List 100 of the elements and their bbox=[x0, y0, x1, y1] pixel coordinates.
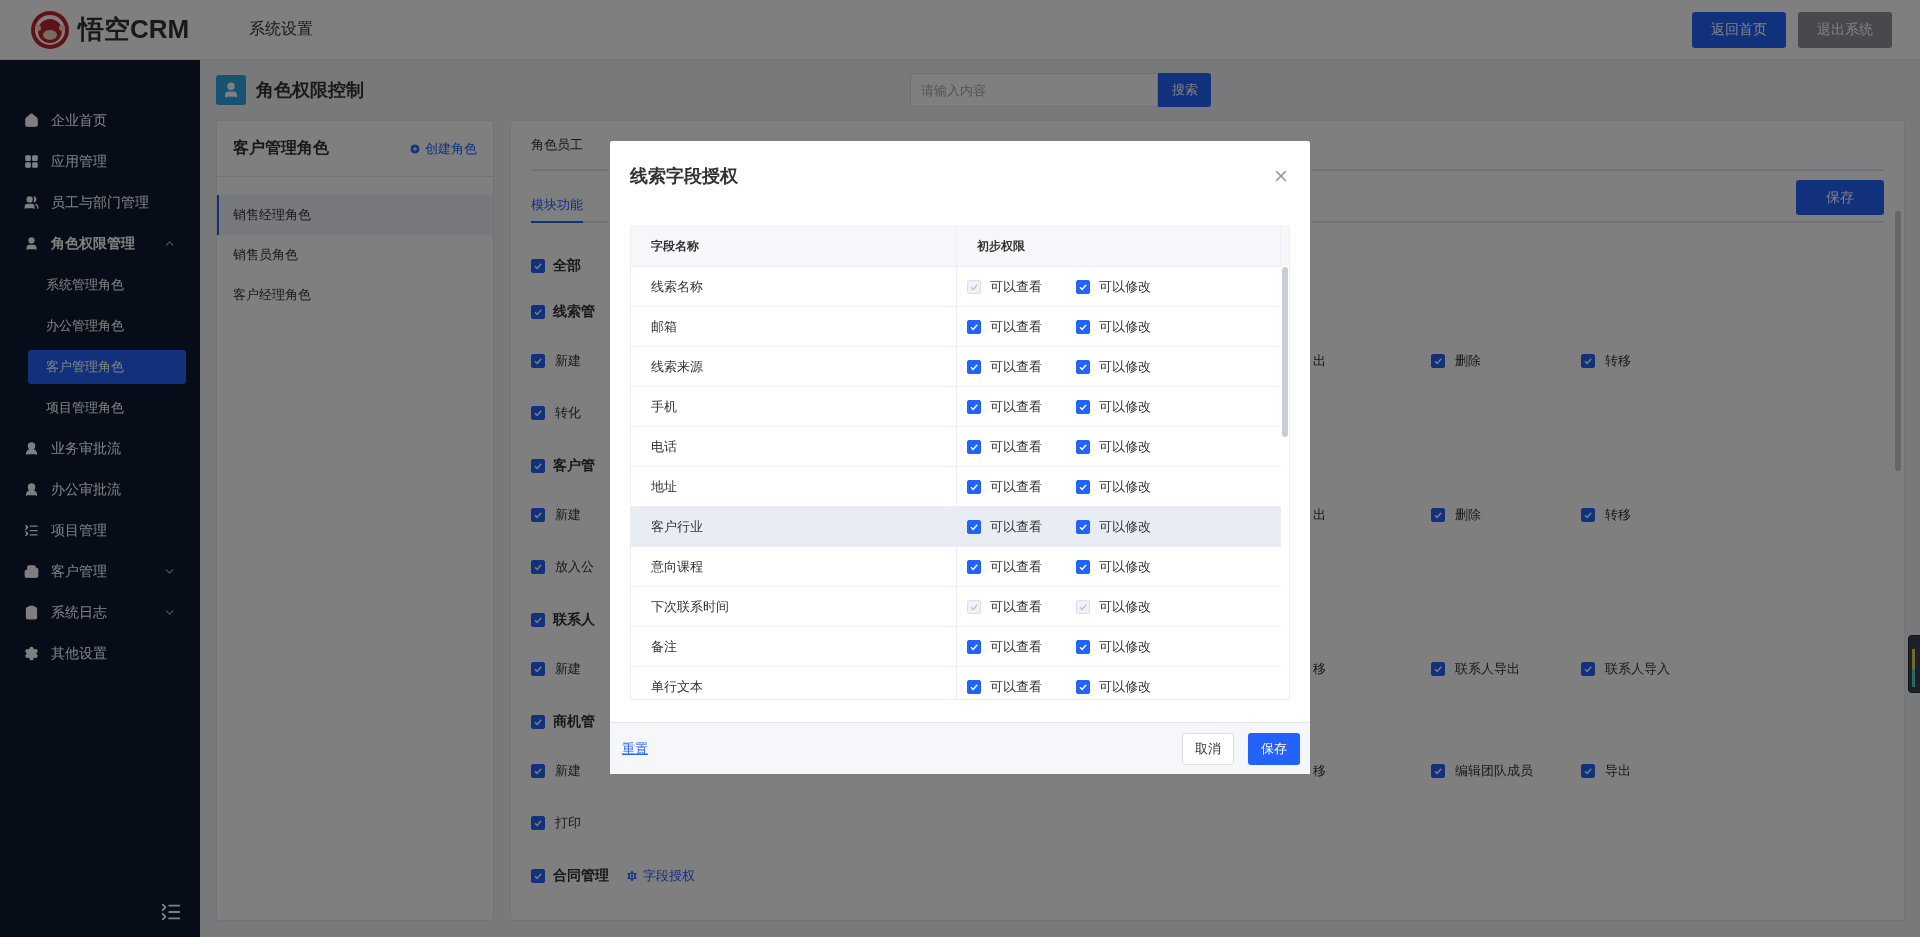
scrollbar[interactable] bbox=[1282, 267, 1288, 437]
checkbox[interactable] bbox=[1076, 639, 1090, 654]
role-item[interactable]: 销售员角色 bbox=[217, 235, 493, 275]
table-row[interactable]: 意向课程 可以查看 可以修改 bbox=[631, 546, 1281, 586]
checkbox[interactable] bbox=[1076, 359, 1090, 374]
tab[interactable]: 角色员工 bbox=[531, 136, 583, 154]
sidebar-item[interactable]: 系统日志 bbox=[0, 592, 200, 633]
permission-label: 联系人导入 bbox=[1605, 660, 1670, 678]
table-row[interactable]: 邮箱 可以查看 可以修改 bbox=[631, 306, 1281, 346]
checkbox[interactable] bbox=[1431, 662, 1445, 676]
checkbox[interactable] bbox=[531, 406, 545, 420]
checkbox[interactable] bbox=[1431, 354, 1445, 368]
checkbox[interactable] bbox=[1581, 764, 1595, 778]
home-button[interactable]: 返回首页 bbox=[1692, 11, 1786, 48]
table-row[interactable]: 地址 可以查看 可以修改 bbox=[631, 466, 1281, 506]
checkbox-label: 可以修改 bbox=[1099, 517, 1151, 536]
sidebar-item[interactable]: 企业首页 bbox=[0, 100, 200, 141]
checkbox[interactable] bbox=[531, 764, 545, 778]
checkbox[interactable] bbox=[1076, 679, 1090, 694]
checkbox[interactable] bbox=[967, 359, 981, 374]
sidebar-item[interactable]: 项目管理 bbox=[0, 510, 200, 551]
checkbox[interactable] bbox=[1076, 559, 1090, 574]
checkbox[interactable] bbox=[1431, 764, 1445, 778]
checkbox[interactable] bbox=[531, 613, 545, 627]
reset-link[interactable]: 重置 bbox=[622, 739, 1168, 758]
checkbox-label: 可以修改 bbox=[1099, 477, 1151, 496]
checkbox[interactable] bbox=[531, 869, 545, 883]
checkmark-icon bbox=[1433, 356, 1443, 366]
role-item[interactable]: 销售经理角色 bbox=[217, 195, 493, 235]
checkbox[interactable] bbox=[1581, 354, 1595, 368]
table-row[interactable]: 单行文本 可以查看 可以修改 bbox=[631, 666, 1281, 699]
checkbox[interactable] bbox=[967, 519, 981, 534]
checkbox[interactable] bbox=[1076, 279, 1090, 294]
group-label: 合同管理 bbox=[553, 867, 609, 885]
monkey-logo-icon bbox=[30, 9, 70, 50]
checkmark-icon bbox=[533, 615, 543, 625]
sidebar-item[interactable]: 应用管理 bbox=[0, 141, 200, 182]
checkbox-label: 可以修改 bbox=[1099, 557, 1151, 576]
permission-label: 新建 bbox=[555, 352, 581, 370]
sidebar-item[interactable]: 员工与部门管理 bbox=[0, 182, 200, 223]
sidebar-item[interactable]: 业务审批流 bbox=[0, 428, 200, 469]
collapse-menu-icon[interactable] bbox=[160, 901, 182, 923]
checkbox[interactable] bbox=[531, 305, 545, 319]
home-icon bbox=[24, 113, 39, 128]
checkbox-label: 可以查看 bbox=[990, 597, 1042, 616]
tab[interactable]: 模块功能 bbox=[531, 189, 583, 223]
checkbox[interactable] bbox=[1076, 519, 1090, 534]
checkbox[interactable] bbox=[1581, 508, 1595, 522]
checkbox[interactable] bbox=[531, 816, 545, 830]
save-button[interactable]: 保存 bbox=[1796, 180, 1884, 215]
permission-label: 删除 bbox=[1455, 352, 1481, 370]
role-item[interactable]: 客户经理角色 bbox=[217, 275, 493, 315]
checkbox[interactable] bbox=[967, 319, 981, 334]
checkbox[interactable] bbox=[531, 459, 545, 473]
sidebar-subitem[interactable]: 系统管理角色 bbox=[28, 268, 186, 302]
checkbox[interactable] bbox=[531, 354, 545, 368]
group-label: 客户管 bbox=[553, 457, 595, 475]
create-role-link[interactable]: 创建角色 bbox=[409, 139, 477, 158]
sidebar-item[interactable]: 角色权限管理 bbox=[0, 223, 200, 264]
sidebar-item[interactable]: 客户管理 bbox=[0, 551, 200, 592]
search-button[interactable]: 搜索 bbox=[1158, 73, 1211, 107]
checkmark-icon bbox=[533, 261, 543, 271]
checkbox[interactable] bbox=[1076, 399, 1090, 414]
group-label: 联系人 bbox=[553, 611, 595, 629]
checkbox[interactable] bbox=[531, 662, 545, 676]
checkbox[interactable] bbox=[967, 479, 981, 494]
checkbox[interactable] bbox=[531, 715, 545, 729]
checkbox[interactable] bbox=[967, 399, 981, 414]
scrollbar[interactable] bbox=[1895, 211, 1901, 471]
checkbox[interactable] bbox=[531, 560, 545, 574]
sidebar-item[interactable]: 办公审批流 bbox=[0, 469, 200, 510]
permission-label: 出 bbox=[1313, 506, 1326, 524]
checkmark-icon bbox=[533, 356, 543, 366]
table-row[interactable]: 线索来源 可以查看 可以修改 bbox=[631, 346, 1281, 386]
sidebar-item[interactable]: 其他设置 bbox=[0, 633, 200, 674]
table-row[interactable]: 手机 可以查看 可以修改 bbox=[631, 386, 1281, 426]
sidebar-subitem[interactable]: 客户管理角色 bbox=[28, 350, 186, 384]
checkbox[interactable] bbox=[1431, 508, 1445, 522]
checkbox[interactable] bbox=[1076, 439, 1090, 454]
cancel-button[interactable]: 取消 bbox=[1182, 732, 1234, 765]
checkbox[interactable] bbox=[967, 639, 981, 654]
field-auth-link[interactable]: 字段授权 bbox=[625, 867, 695, 885]
permission-label: 移 bbox=[1313, 762, 1326, 780]
checkbox[interactable] bbox=[967, 439, 981, 454]
checkbox[interactable] bbox=[1076, 479, 1090, 494]
checkbox[interactable] bbox=[1076, 319, 1090, 334]
save-button[interactable]: 保存 bbox=[1248, 732, 1300, 765]
checkbox[interactable] bbox=[967, 679, 981, 694]
dialog-title: 线索字段授权 bbox=[630, 165, 738, 188]
sidebar-subitem[interactable]: 办公管理角色 bbox=[28, 309, 186, 343]
table-row[interactable]: 客户行业 可以查看 可以修改 bbox=[631, 506, 1281, 546]
table-row[interactable]: 备注 可以查看 可以修改 bbox=[631, 626, 1281, 666]
table-row[interactable]: 电话 可以查看 可以修改 bbox=[631, 426, 1281, 466]
checkbox[interactable] bbox=[1581, 662, 1595, 676]
permission-label: 新建 bbox=[555, 762, 581, 780]
sidebar-subitem[interactable]: 项目管理角色 bbox=[28, 391, 186, 425]
checkbox[interactable] bbox=[531, 508, 545, 522]
checkbox[interactable] bbox=[531, 259, 545, 273]
user-icon bbox=[24, 236, 39, 251]
checkbox[interactable] bbox=[967, 559, 981, 574]
